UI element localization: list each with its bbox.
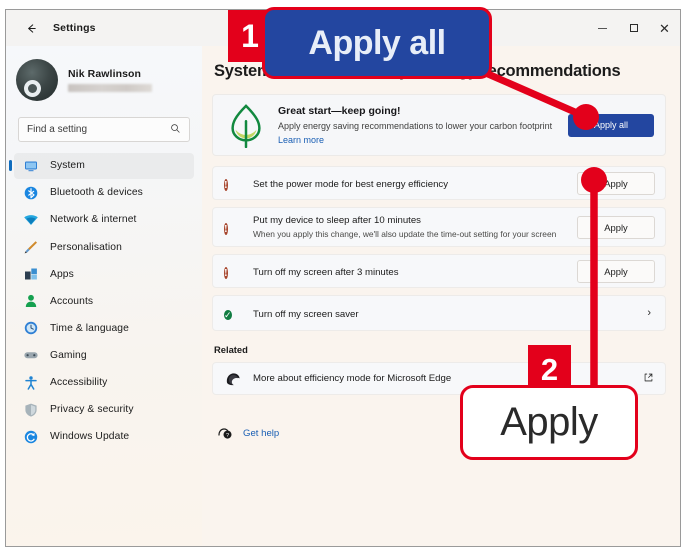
check-circle-icon: ✓ xyxy=(224,309,232,320)
profile-email-redacted xyxy=(68,84,152,92)
main-content: System › Power & battery › Energy recomm… xyxy=(202,46,680,546)
row-title: Turn off my screen after 3 minutes xyxy=(253,267,399,278)
user-profile[interactable]: Nik Rawlinson xyxy=(6,46,202,106)
related-link-label: More about efficiency mode for Microsoft… xyxy=(253,373,452,384)
table-row[interactable]: ! Put my device to sleep after 10 minute… xyxy=(212,207,666,247)
settings-window: Settings ✕ Nik Rawlinson Find a setting xyxy=(5,9,681,547)
sidebar-item-gaming[interactable]: Gaming xyxy=(14,343,194,369)
recommendation-list: ! Set the power mode for best energy eff… xyxy=(212,166,666,331)
sidebar-item-label: Windows Update xyxy=(50,431,130,443)
app-title: Settings xyxy=(53,22,96,34)
search-input[interactable]: Find a setting xyxy=(18,117,190,142)
external-link-icon[interactable] xyxy=(643,372,654,386)
edge-browser-icon xyxy=(224,370,242,388)
monitor-icon xyxy=(22,157,39,174)
sidebar-item-privacy-security[interactable]: Privacy & security xyxy=(14,397,194,423)
table-row[interactable]: ! Set the power mode for best energy eff… xyxy=(212,166,666,200)
close-icon[interactable]: ✕ xyxy=(649,10,680,46)
sidebar-item-apps[interactable]: Apps xyxy=(14,261,194,287)
callout-zoom-label: Apply all xyxy=(308,23,446,62)
sidebar-item-label: Accessibility xyxy=(50,377,108,388)
profile-name: Nik Rawlinson xyxy=(68,68,142,80)
warning-exclamation-icon: ! xyxy=(224,178,228,191)
table-row[interactable]: ! Turn off my screen after 3 minutes App… xyxy=(212,254,666,288)
window-controls: ✕ xyxy=(587,10,680,46)
paintbrush-icon xyxy=(22,239,39,256)
get-help-label: Get help xyxy=(243,427,280,439)
learn-more-link[interactable]: Learn more xyxy=(278,135,568,145)
energy-banner: Great start—keep going! Apply energy sav… xyxy=(212,94,666,156)
sidebar-item-network-internet[interactable]: Network & internet xyxy=(14,207,194,233)
row-text: Set the power mode for best energy effic… xyxy=(253,174,577,192)
row-subtitle: When you apply this change, we'll also u… xyxy=(253,228,557,239)
table-row[interactable]: ✓ Turn off my screen saver › xyxy=(212,295,666,331)
sidebar-item-label: Time & language xyxy=(50,322,129,334)
sidebar-item-accessibility[interactable]: Accessibility xyxy=(14,370,194,396)
warning-exclamation-icon: ! xyxy=(224,266,228,279)
sidebar-item-label: System xyxy=(50,160,85,172)
apply-button[interactable]: Apply xyxy=(577,259,655,283)
clock-icon xyxy=(22,320,39,337)
minimize-icon[interactable] xyxy=(587,10,618,46)
maximize-icon[interactable] xyxy=(618,10,649,46)
sidebar-item-system[interactable]: System xyxy=(9,153,194,179)
row-text: Turn off my screen after 3 minutes xyxy=(253,262,577,280)
search-placeholder: Find a setting xyxy=(27,124,88,135)
banner-text: Great start—keep going! Apply energy sav… xyxy=(267,105,568,145)
wifi-icon xyxy=(22,211,39,228)
sidebar-item-label: Network & internet xyxy=(50,214,137,226)
accessibility-icon xyxy=(22,374,39,391)
screenshot-root: Settings ✕ Nik Rawlinson Find a setting xyxy=(0,0,686,555)
apply-button[interactable]: Apply xyxy=(577,215,655,239)
banner-heading: Great start—keep going! xyxy=(278,105,401,118)
sidebar: Nik Rawlinson Find a setting System Blue… xyxy=(6,46,202,546)
profile-text: Nik Rawlinson xyxy=(68,68,152,92)
sidebar-item-label: Accounts xyxy=(50,295,94,307)
chevron-right-icon[interactable]: › xyxy=(647,307,655,319)
sidebar-item-label: Apps xyxy=(50,268,74,280)
sidebar-item-time-language[interactable]: Time & language xyxy=(14,316,194,342)
shield-icon xyxy=(22,401,39,418)
row-text: Turn off my screen saver xyxy=(253,304,647,322)
callout-zoom-label: Apply xyxy=(500,400,598,444)
row-title: Set the power mode for best energy effic… xyxy=(253,179,449,190)
row-text: Put my device to sleep after 10 minutes … xyxy=(253,215,577,239)
callout-zoom-apply-all: Apply all xyxy=(262,7,492,79)
sidebar-item-label: Gaming xyxy=(50,349,87,361)
bluetooth-icon xyxy=(22,184,39,201)
related-section-label: Related xyxy=(214,344,248,355)
banner-body: Apply energy saving recommendations to l… xyxy=(278,120,553,131)
apply-button[interactable]: Apply xyxy=(577,171,655,195)
warning-exclamation-icon: ! xyxy=(224,222,228,235)
sidebar-item-label: Privacy & security xyxy=(50,404,134,416)
leaf-icon xyxy=(225,102,267,149)
sidebar-nav: System Bluetooth & devices Network & int… xyxy=(6,153,202,449)
row-title: Turn off my screen saver xyxy=(253,309,359,320)
sidebar-item-personalisation[interactable]: Personalisation xyxy=(14,234,194,260)
sidebar-item-windows-update[interactable]: Windows Update xyxy=(14,424,194,450)
help-icon: ? xyxy=(217,425,233,441)
apply-all-button[interactable]: Apply all xyxy=(568,113,654,137)
back-arrow-icon[interactable] xyxy=(16,15,46,41)
sidebar-item-label: Personalisation xyxy=(50,241,122,253)
sidebar-item-accounts[interactable]: Accounts xyxy=(14,288,194,314)
sidebar-item-bluetooth-devices[interactable]: Bluetooth & devices xyxy=(14,180,194,206)
svg-text:?: ? xyxy=(226,433,229,439)
callout-zoom-apply: Apply xyxy=(460,385,638,460)
avatar xyxy=(16,59,58,101)
gamepad-icon xyxy=(22,347,39,364)
person-icon xyxy=(22,293,39,310)
search-icon xyxy=(170,123,181,137)
update-icon xyxy=(22,428,39,445)
sidebar-item-label: Bluetooth & devices xyxy=(50,187,143,199)
apps-icon xyxy=(22,266,39,283)
row-title: Put my device to sleep after 10 minutes xyxy=(253,215,421,227)
